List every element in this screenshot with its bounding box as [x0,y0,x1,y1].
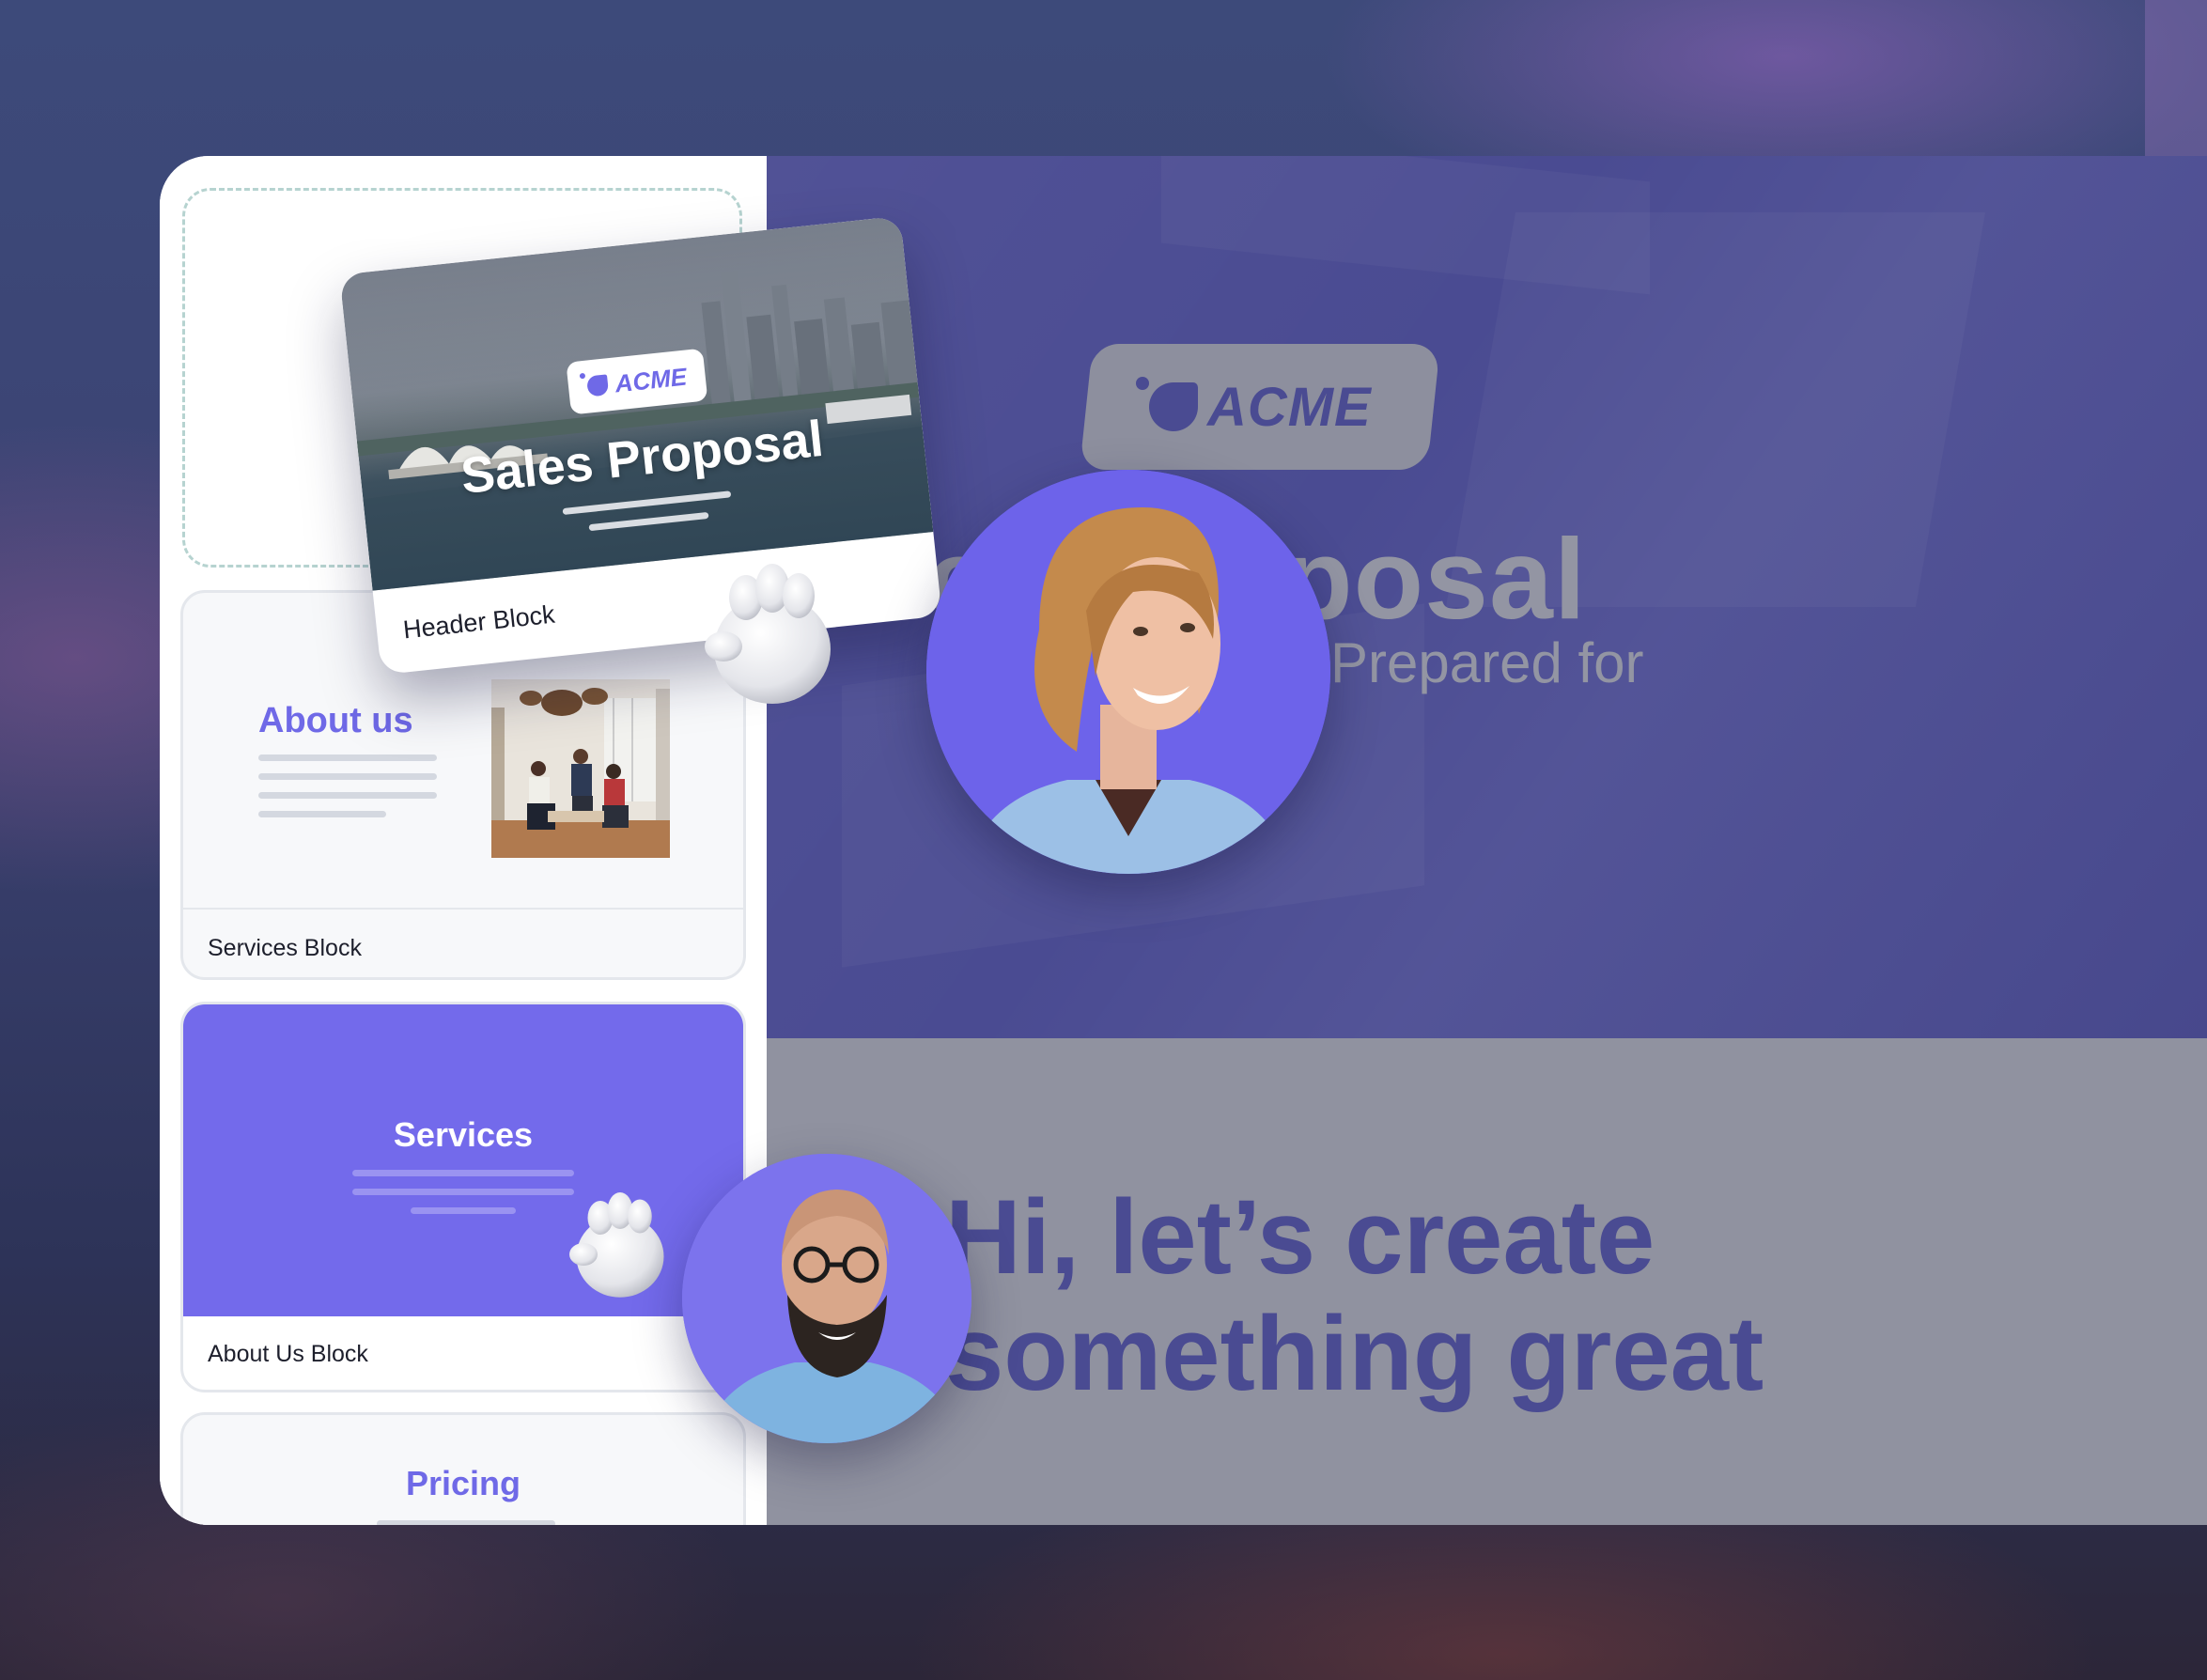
man-avatar [682,1154,971,1443]
text-placeholder-line [411,1207,516,1214]
intro-heading-line2: something great [945,1295,1764,1412]
grab-hand-icon [697,560,847,715]
intro-heading-line1: Hi, let’s create [945,1178,1655,1296]
block-card-pricing[interactable]: Pricing [180,1412,746,1525]
intro-section[interactable]: Hi, let’s create something great [767,1038,2207,1525]
block-card-label: Header Block [401,599,556,645]
block-preview-title: About us [258,701,413,740]
text-placeholder-line [258,811,386,817]
block-card-label: Services Block [208,935,362,961]
hero-logo-text: ACME [1206,376,1372,438]
acme-logo-icon [585,374,609,397]
text-placeholder-line [258,773,437,780]
woman-avatar [926,470,1330,874]
proposal-canvas[interactable]: ACME Sales Proposal Prepared for Hi, let… [767,156,2207,1525]
hero-logo: ACME [1079,344,1441,470]
grab-hand-icon [564,1190,676,1307]
acme-logo-icon [1135,377,1198,431]
header-block-logo-text: ACME [614,362,689,397]
dragged-header-block-card[interactable]: ACME Sales Proposal Header Block [339,215,942,676]
text-placeholder-line [352,1170,574,1176]
background-strip [2145,0,2207,156]
block-preview-title: Services [393,1115,534,1154]
text-placeholder-line [258,792,437,799]
sydney-harbour-photo: ACME Sales Proposal [339,215,934,591]
block-preview-title: Pricing [405,1464,521,1502]
office-photo [491,679,670,858]
card-divider [183,908,743,910]
intro-heading: Hi, let’s create something great [945,1179,1764,1412]
text-placeholder-line [352,1189,574,1195]
text-placeholder-line [377,1520,555,1525]
hero-subtitle: Prepared for [1330,631,1644,694]
text-placeholder-line [258,754,437,761]
block-card-label: About Us Block [208,1341,368,1367]
